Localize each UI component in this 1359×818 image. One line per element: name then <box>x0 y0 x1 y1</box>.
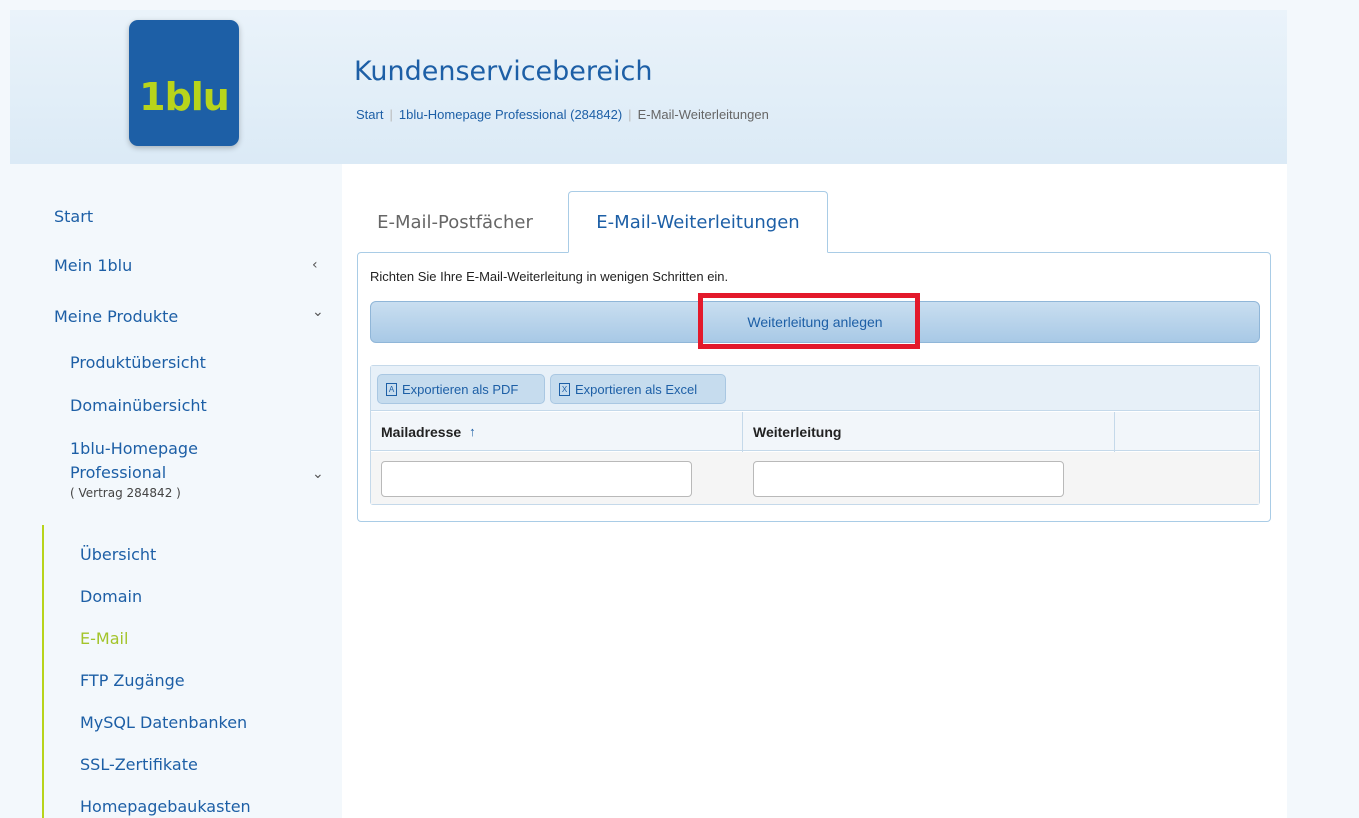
column-label: Mailadresse <box>381 423 462 440</box>
breadcrumb-start[interactable]: Start <box>356 107 383 122</box>
export-pdf-button[interactable]: A Exportieren als PDF <box>377 374 545 404</box>
intro-text: Richten Sie Ihre E-Mail-Weiterleitung in… <box>370 269 729 284</box>
excel-file-icon: X <box>559 382 570 396</box>
column-header-weiterleitung[interactable]: Weiterleitung <box>743 412 1114 451</box>
page-background-right <box>1287 0 1359 818</box>
forwarding-table: A Exportieren als PDF X Exportieren als Ex… <box>370 365 1260 505</box>
sidebar-item-label-line2: Professional <box>70 463 167 482</box>
breadcrumb-separator: | <box>628 107 632 122</box>
page-title: Kundenservicebereich <box>354 56 653 87</box>
tab-email-postfaecher[interactable]: E-Mail-Postfächer <box>360 191 550 253</box>
breadcrumb-product[interactable]: 1blu-Homepage Professional (284842) <box>399 107 622 122</box>
sidebar-item-produktuebersicht[interactable]: Produktübersicht <box>70 353 206 372</box>
sidebar-item-start[interactable]: Start <box>54 207 93 226</box>
filter-row <box>371 452 1259 504</box>
header: 1blu Kundenservicebereich Start | 1blu-Hom… <box>10 10 1287 164</box>
create-forwarding-button[interactable]: Weiterleitung anlegen <box>370 301 1260 343</box>
contract-note: ( Vertrag 284842 ) <box>70 486 181 500</box>
logo-text: 1blu <box>139 75 230 119</box>
export-pdf-label: Exportieren als PDF <box>402 381 519 397</box>
sidebar-item-domainuebersicht[interactable]: Domainübersicht <box>70 396 207 415</box>
weiterleitung-filter-input[interactable] <box>753 461 1064 497</box>
export-excel-button[interactable]: X Exportieren als Excel <box>550 374 726 404</box>
tab-email-weiterleitungen[interactable]: E-Mail-Weiterleitungen <box>568 191 828 253</box>
forwarding-panel: Richten Sie Ihre E-Mail-Weiterleitung in… <box>357 252 1271 522</box>
breadcrumb: Start | 1blu-Homepage Professional (284842… <box>356 107 769 122</box>
sort-ascending-icon: ↑ <box>469 424 476 439</box>
main-content: E-Mail-Postfächer E-Mail-Weiterleitungen… <box>342 164 1287 818</box>
sidebar-item-email[interactable]: E-Mail <box>80 629 128 648</box>
sidebar-item-label: 1blu-Homepage <box>70 439 198 458</box>
sidebar-item-homepage-professional[interactable]: 1blu-Homepage Professional ( Vertrag 284… <box>70 439 198 500</box>
page: 1blu Kundenservicebereich Start | 1blu-Hom… <box>10 10 1287 818</box>
export-excel-label: Exportieren als Excel <box>575 381 698 397</box>
sidebar-item-mein-1blu[interactable]: Mein 1blu <box>54 256 132 275</box>
sidebar-item-meine-produkte[interactable]: Meine Produkte <box>54 307 178 326</box>
pdf-file-icon: A <box>386 382 397 396</box>
chevron-left-icon[interactable]: ‹ <box>312 257 318 273</box>
sidebar-item-domain[interactable]: Domain <box>80 587 142 606</box>
sidebar-item-uebersicht[interactable]: Übersicht <box>80 545 156 564</box>
sidebar: Start Mein 1blu ‹ Meine Produkte ⌄ Produ… <box>10 164 342 818</box>
column-header-mailadresse[interactable]: Mailadresse ↑ <box>371 412 742 451</box>
sidebar-item-ftp-zugaenge[interactable]: FTP Zugänge <box>80 671 185 690</box>
chevron-down-icon[interactable]: ⌄ <box>312 304 324 320</box>
breadcrumb-separator: | <box>389 107 393 122</box>
active-section-bar <box>42 525 44 818</box>
mailadresse-filter-input[interactable] <box>381 461 692 497</box>
column-header-actions <box>1115 412 1259 451</box>
logo[interactable]: 1blu <box>129 20 239 146</box>
breadcrumb-current: E-Mail-Weiterleitungen <box>637 107 769 122</box>
chevron-down-icon[interactable]: ⌄ <box>312 466 324 482</box>
table-header: Mailadresse ↑ Weiterleitung <box>371 412 1259 451</box>
sidebar-item-homepagebaukasten[interactable]: Homepagebaukasten <box>80 797 251 816</box>
sidebar-item-ssl-zertifikate[interactable]: SSL-Zertifikate <box>80 755 198 774</box>
table-toolbar: A Exportieren als PDF X Exportieren als Ex… <box>371 366 1259 411</box>
sidebar-item-mysql-datenbanken[interactable]: MySQL Datenbanken <box>80 713 247 732</box>
